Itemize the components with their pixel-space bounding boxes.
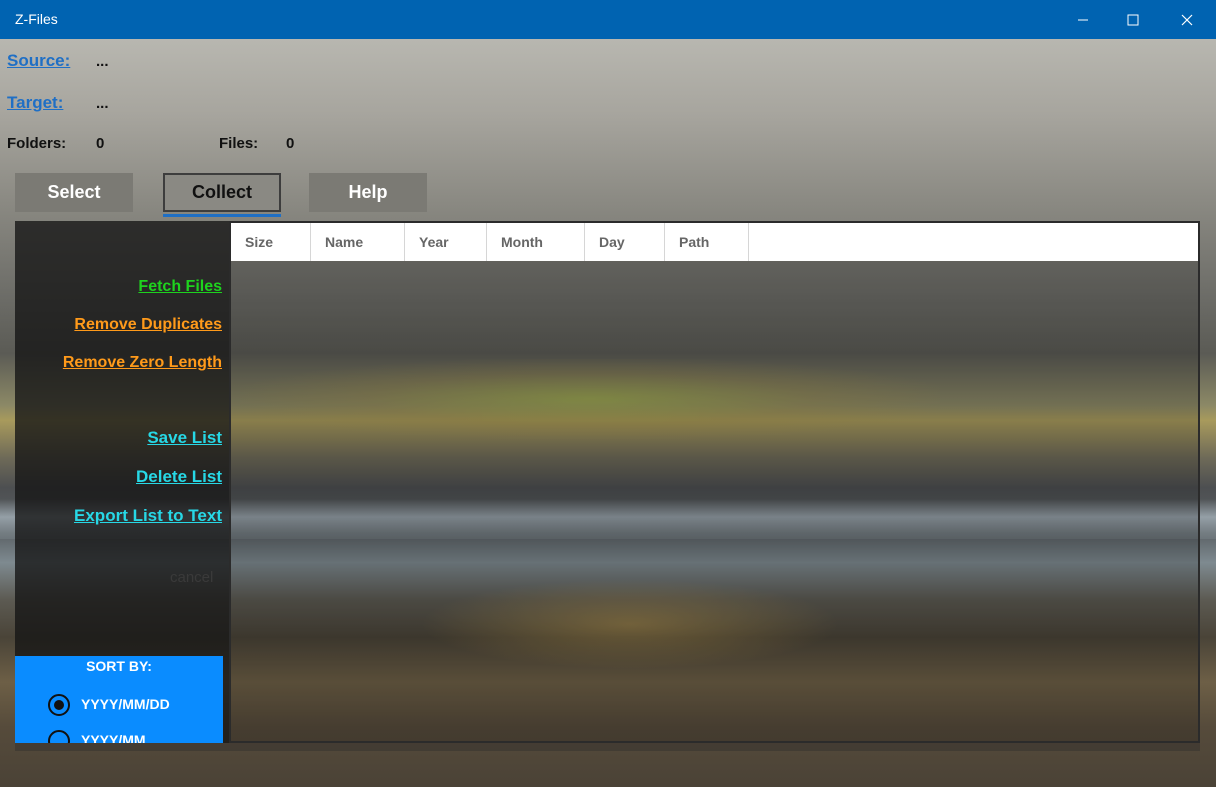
sort-option-label: YYYY/MM/DD [81, 696, 170, 712]
column-header-name[interactable]: Name [311, 223, 405, 261]
remove-duplicates-link[interactable]: Remove Duplicates [74, 316, 222, 334]
close-button[interactable] [1162, 0, 1212, 39]
window-title: Z-Files [15, 11, 58, 27]
column-header-day[interactable]: Day [585, 223, 665, 261]
sort-radio-yyyy-mm[interactable] [48, 730, 70, 743]
active-tab-indicator [163, 214, 281, 217]
help-button[interactable]: Help [309, 173, 427, 212]
column-header-path[interactable]: Path [665, 223, 749, 261]
target-value: ... [96, 95, 109, 112]
radio-selected-dot [54, 700, 64, 710]
export-list-link[interactable]: Export List to Text [74, 506, 222, 526]
remove-zero-length-link[interactable]: Remove Zero Length [63, 354, 222, 372]
collect-button[interactable]: Collect [163, 173, 281, 212]
files-label: Files: [219, 135, 259, 152]
column-header-year[interactable]: Year [405, 223, 487, 261]
minimize-button[interactable] [1058, 0, 1108, 39]
minimize-icon [1078, 19, 1088, 20]
select-button[interactable]: Select [15, 173, 133, 212]
fetch-files-link[interactable]: Fetch Files [138, 278, 222, 296]
bottom-strip [15, 743, 1200, 751]
source-value: ... [96, 53, 109, 70]
maximize-icon [1127, 14, 1139, 25]
grid-header: Size Name Year Month Day Path [231, 223, 1198, 261]
source-link[interactable]: Source: [7, 51, 70, 71]
files-count: 0 [286, 135, 295, 152]
sort-by-title: SORT BY: [86, 658, 152, 674]
close-icon [1181, 14, 1193, 25]
title-bar: Z-Files [0, 0, 1216, 39]
sort-by-panel: SORT BY: YYYY/MM/DD YYYY/MM [15, 656, 223, 743]
folders-count: 0 [96, 135, 105, 152]
sort-radio-yyyy-mm-dd[interactable] [48, 694, 70, 716]
target-link[interactable]: Target: [7, 93, 63, 113]
delete-list-link[interactable]: Delete List [136, 467, 222, 487]
cancel-link[interactable]: cancel [170, 569, 213, 586]
save-list-link[interactable]: Save List [147, 428, 222, 448]
maximize-button[interactable] [1108, 0, 1158, 39]
column-header-month[interactable]: Month [487, 223, 585, 261]
folders-label: Folders: [7, 135, 67, 152]
file-grid[interactable]: Size Name Year Month Day Path [229, 221, 1200, 743]
sort-option-label: YYYY/MM [81, 732, 146, 743]
column-header-size[interactable]: Size [231, 223, 311, 261]
